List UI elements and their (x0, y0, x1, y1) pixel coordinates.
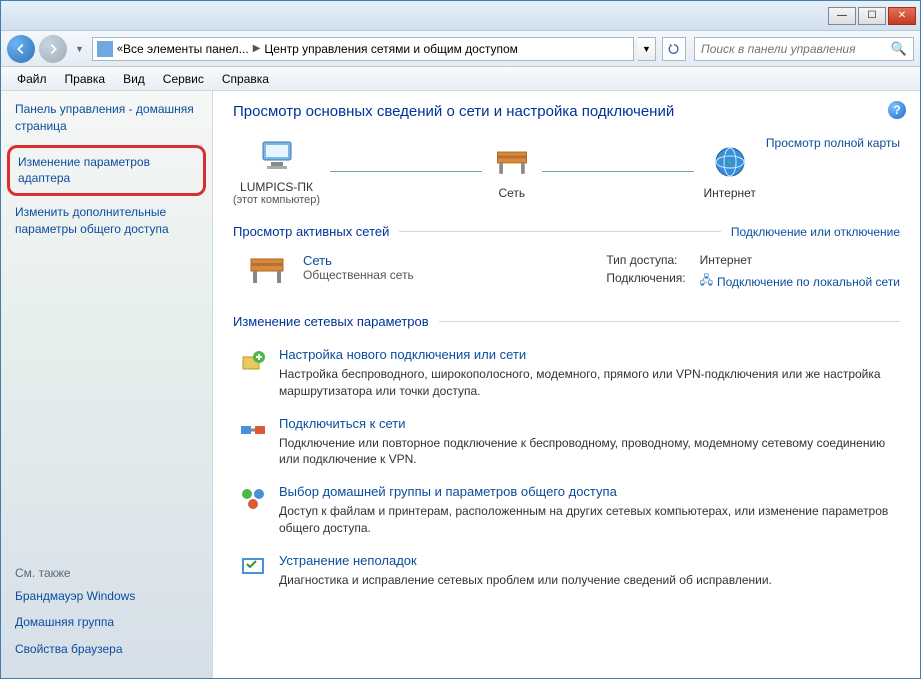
window: — ☐ ✕ ▼ « Все элементы панел... ▶ Центр … (0, 0, 921, 679)
menu-edit[interactable]: Правка (57, 69, 114, 89)
connect-icon (239, 416, 267, 444)
task-title[interactable]: Устранение неполадок (279, 553, 772, 568)
sidebar-sharing-link[interactable]: Изменить дополнительные параметры общего… (15, 205, 169, 236)
breadcrumb-item[interactable]: Все элементы панел... (123, 42, 249, 56)
troubleshoot-icon (239, 553, 267, 581)
task-list: Настройка нового подключения или сети На… (233, 339, 900, 597)
breadcrumb-dropdown[interactable]: ▼ (638, 37, 656, 61)
control-panel-icon (97, 41, 113, 57)
change-settings-title: Изменение сетевых параметров (233, 314, 900, 329)
breadcrumb-item[interactable]: Центр управления сетями и общим доступом (264, 42, 518, 56)
sidebar-browser-link[interactable]: Свойства браузера (15, 642, 123, 656)
active-network-type: Общественная сеть (303, 268, 414, 282)
active-network-name[interactable]: Сеть (303, 253, 414, 268)
connection-line (330, 171, 482, 172)
task-title[interactable]: Выбор домашней группы и параметров общег… (279, 484, 900, 499)
task-troubleshoot: Устранение неполадок Диагностика и испра… (239, 545, 900, 597)
connection-link[interactable]: 🖧 Подключение по локальной сети (700, 271, 900, 292)
homegroup-icon (239, 484, 267, 512)
sidebar-firewall-link[interactable]: Брандмауэр Windows (15, 589, 135, 603)
body: Панель управления - домашняя страница Из… (1, 91, 920, 678)
full-map-link[interactable]: Просмотр полной карты (766, 136, 900, 150)
bench-icon (492, 142, 532, 182)
access-type-label: Тип доступа: (606, 253, 685, 267)
sidebar-home-link[interactable]: Панель управления - домашняя страница (15, 102, 194, 133)
menu-file[interactable]: Файл (9, 69, 55, 89)
breadcrumb[interactable]: « Все элементы панел... ▶ Центр управлен… (92, 37, 634, 61)
pc-sublabel: (этот компьютер) (233, 194, 320, 206)
see-also-title: См. также (15, 566, 198, 580)
sidebar-homegroup-link[interactable]: Домашняя группа (15, 615, 114, 629)
computer-icon (257, 136, 297, 176)
connections-label: Подключения: (606, 271, 685, 292)
node-this-pc[interactable]: LUMPICS-ПК (этот компьютер) (233, 136, 320, 206)
bench-icon (245, 253, 289, 287)
active-networks-title: Просмотр активных сетей Подключение или … (233, 224, 900, 239)
network-name: Сеть (492, 186, 532, 200)
task-desc: Диагностика и исправление сетевых пробле… (279, 572, 772, 589)
content: ? Просмотр основных сведений о сети и на… (213, 91, 920, 678)
task-desc: Доступ к файлам и принтерам, расположенн… (279, 503, 900, 537)
task-desc: Настройка беспроводного, широкополосного… (279, 366, 900, 400)
node-network[interactable]: Сеть (492, 142, 532, 200)
help-icon[interactable]: ? (888, 101, 906, 119)
network-map: LUMPICS-ПК (этот компьютер) Сеть Интерне… (233, 136, 900, 206)
menu-view[interactable]: Вид (115, 69, 153, 89)
menu-help[interactable]: Справка (214, 69, 277, 89)
page-title: Просмотр основных сведений о сети и наст… (233, 103, 900, 120)
back-button[interactable] (7, 35, 35, 63)
forward-button[interactable] (39, 35, 67, 63)
connection-line (542, 171, 694, 172)
task-desc: Подключение или повторное подключение к … (279, 435, 900, 469)
active-network-info: Сеть Общественная сеть (303, 253, 414, 282)
sidebar: Панель управления - домашняя страница Из… (1, 91, 213, 678)
task-homegroup: Выбор домашней группы и параметров общег… (239, 476, 900, 545)
search-input[interactable] (701, 42, 891, 56)
task-title[interactable]: Настройка нового подключения или сети (279, 347, 900, 362)
node-internet[interactable]: Интернет (704, 142, 756, 200)
search-box[interactable]: 🔍 (694, 37, 914, 61)
close-button[interactable]: ✕ (888, 7, 916, 25)
task-new-connection: Настройка нового подключения или сети На… (239, 339, 900, 408)
maximize-button[interactable]: ☐ (858, 7, 886, 25)
search-icon[interactable]: 🔍 (891, 41, 907, 57)
navbar: ▼ « Все элементы панел... ▶ Центр управл… (1, 31, 920, 67)
pc-name: LUMPICS-ПК (233, 180, 320, 194)
ethernet-icon: 🖧 (700, 271, 713, 292)
task-title[interactable]: Подключиться к сети (279, 416, 900, 431)
new-connection-icon (239, 347, 267, 375)
menubar: Файл Правка Вид Сервис Справка (1, 67, 920, 91)
internet-name: Интернет (704, 186, 756, 200)
active-network-row: Сеть Общественная сеть Тип доступа: Инте… (233, 249, 900, 306)
minimize-button[interactable]: — (828, 7, 856, 25)
connect-disconnect-link[interactable]: Подключение или отключение (731, 225, 900, 239)
titlebar: — ☐ ✕ (1, 1, 920, 31)
active-network-details: Тип доступа: Интернет Подключения: 🖧 Под… (606, 253, 900, 292)
sidebar-adapter-link[interactable]: Изменение параметров адаптера (18, 155, 150, 186)
menu-service[interactable]: Сервис (155, 69, 212, 89)
refresh-button[interactable] (662, 37, 686, 61)
chevron-down-icon[interactable]: ▼ (75, 44, 84, 54)
access-type-value: Интернет (700, 253, 900, 267)
globe-icon (710, 142, 750, 182)
task-connect-network: Подключиться к сети Подключение или повт… (239, 408, 900, 477)
chevron-right-icon: ▶ (253, 43, 261, 54)
